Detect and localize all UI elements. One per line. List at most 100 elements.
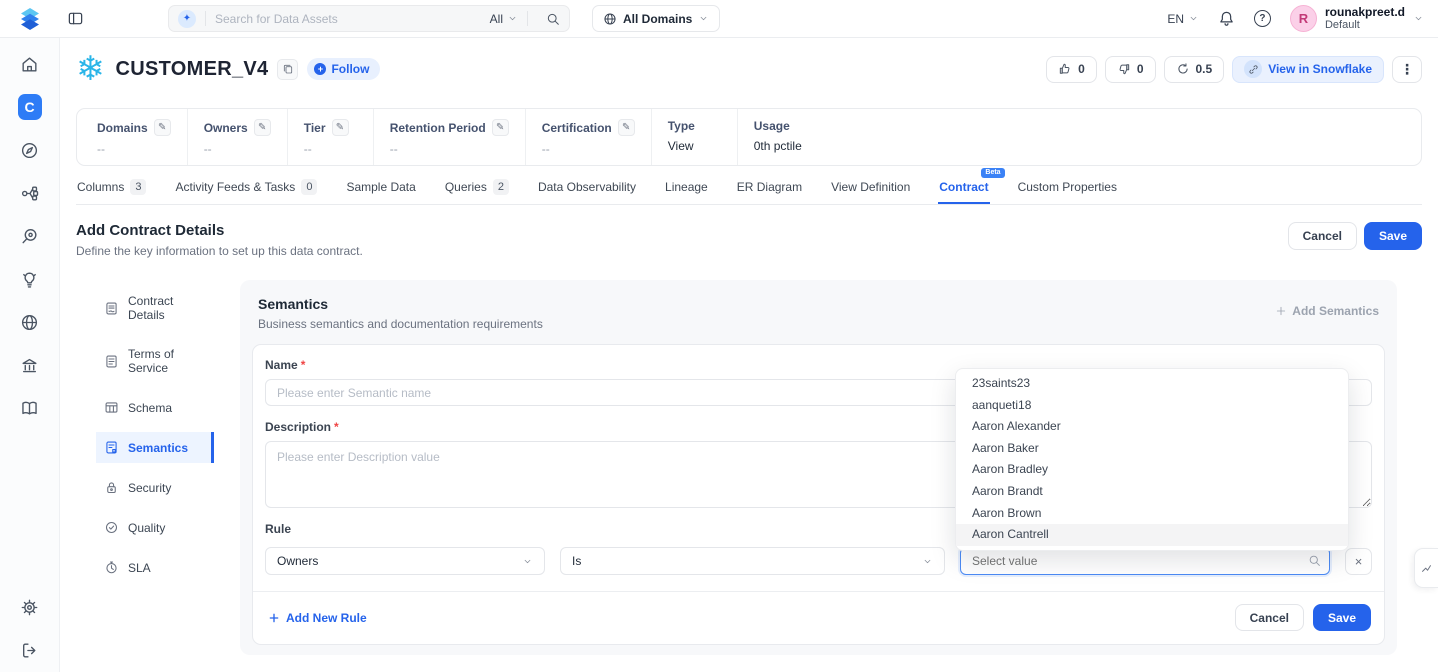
rail-domains-globe-icon[interactable] xyxy=(18,310,42,334)
rail-settings-gear-icon[interactable] xyxy=(18,595,42,619)
tab-columns[interactable]: Columns3 xyxy=(76,173,147,204)
semantics-save-button[interactable]: Save xyxy=(1313,604,1371,631)
tab-data-observability[interactable]: Data Observability xyxy=(537,173,637,204)
nav-item-schema[interactable]: Schema xyxy=(96,392,214,423)
atlan-logo-icon[interactable] xyxy=(16,5,44,33)
dropdown-option[interactable]: Aaron Brandt xyxy=(956,481,1348,503)
nav-item-label: Schema xyxy=(128,401,172,415)
all-domains-dropdown[interactable]: All Domains xyxy=(592,5,720,32)
follow-button[interactable]: + Follow xyxy=(307,58,380,80)
walkthrough-edge-handle[interactable] xyxy=(1414,548,1438,588)
rail-catalog-app-icon[interactable]: C xyxy=(18,95,42,119)
app-rail: C xyxy=(0,38,60,672)
quality-check-icon xyxy=(104,520,119,535)
view-in-snowflake-button[interactable]: View in Snowflake xyxy=(1232,56,1384,83)
rail-home-icon[interactable] xyxy=(18,52,42,76)
tab-label: Sample Data xyxy=(346,180,415,194)
edit-pencil-icon[interactable]: ✎ xyxy=(492,119,509,136)
add-new-rule-button[interactable]: Add New Rule xyxy=(268,611,367,625)
nav-item-semantics[interactable]: Semantics xyxy=(96,432,214,463)
tab-sample-data[interactable]: Sample Data xyxy=(345,173,416,204)
popularity-button[interactable]: 0.5 xyxy=(1164,56,1225,83)
global-search[interactable]: ✦ All xyxy=(168,5,570,32)
rail-glossary-book-icon[interactable] xyxy=(18,396,42,420)
tab-lineage[interactable]: Lineage xyxy=(664,173,709,204)
dropdown-option[interactable]: aanqueti18 xyxy=(956,395,1348,417)
tab-er-diagram[interactable]: ER Diagram xyxy=(736,173,803,204)
meta-field-certification: Certification✎ -- xyxy=(526,109,652,165)
chevron-down-icon xyxy=(698,13,709,24)
nav-item-terms-of-service[interactable]: Terms of Service xyxy=(96,339,214,383)
tab-view-definition[interactable]: View Definition xyxy=(830,173,911,204)
semantics-cancel-button[interactable]: Cancel xyxy=(1235,604,1304,631)
thumbs-down-icon xyxy=(1117,62,1131,76)
rail-discover-compass-icon[interactable] xyxy=(18,138,42,162)
rail-lineage-network-icon[interactable] xyxy=(18,181,42,205)
add-semantics-button[interactable]: Add Semantics xyxy=(1275,304,1379,318)
dropdown-option[interactable]: Aaron Baker xyxy=(956,438,1348,460)
rail-ideas-bulb-icon[interactable] xyxy=(18,267,42,291)
tab-custom-properties[interactable]: Custom Properties xyxy=(1017,173,1118,204)
upvote-button[interactable]: 0 xyxy=(1046,56,1097,83)
nav-item-contract-details[interactable]: Contract Details xyxy=(96,286,214,330)
search-scope-dropdown[interactable]: All xyxy=(490,12,518,26)
meta-field-value: -- xyxy=(204,142,271,156)
tab-queries[interactable]: Queries2 xyxy=(444,173,510,204)
tab-label: Columns xyxy=(77,180,124,194)
rule-value-input[interactable] xyxy=(960,547,1330,575)
more-actions-kebab-icon[interactable]: ⋮ xyxy=(1392,56,1422,83)
tab-activity-feeds-tasks[interactable]: Activity Feeds & Tasks0 xyxy=(174,173,318,204)
nav-item-sla[interactable]: SLA xyxy=(96,552,214,583)
add-new-rule-label: Add New Rule xyxy=(286,611,367,625)
tab-label: ER Diagram xyxy=(737,180,802,194)
tab-count-badge: 0 xyxy=(301,179,317,195)
rule-field-select[interactable]: Owners xyxy=(265,547,545,575)
meta-field-value: -- xyxy=(97,142,171,156)
copy-name-button[interactable] xyxy=(277,59,298,80)
nav-item-quality[interactable]: Quality xyxy=(96,512,214,543)
meta-field-label: Certification xyxy=(542,121,612,135)
nav-item-security[interactable]: Security xyxy=(96,472,214,503)
edit-pencil-icon[interactable]: ✎ xyxy=(618,119,635,136)
tab-label: Queries xyxy=(445,180,487,194)
meta-field-value: 0th pctile xyxy=(754,139,808,153)
tab-contract[interactable]: ContractBeta xyxy=(938,173,989,204)
asset-header: ❄ CUSTOMER_V4 + Follow 0 0 0.5 xyxy=(60,38,1438,100)
metadata-summary-card: Domains✎ -- Owners✎ -- Tier✎ -- Retentio… xyxy=(76,108,1422,166)
meta-field-domains: Domains✎ -- xyxy=(81,109,188,165)
main-content: ❄ CUSTOMER_V4 + Follow 0 0 0.5 xyxy=(60,38,1438,672)
dropdown-option[interactable]: Aaron Alexander xyxy=(956,416,1348,438)
dropdown-option-highlighted[interactable]: Aaron Cantrell xyxy=(956,524,1348,546)
rule-value-field xyxy=(960,547,1330,575)
rail-governance-bank-icon[interactable] xyxy=(18,353,42,377)
dropdown-option[interactable]: Aaron Brown xyxy=(956,503,1348,525)
dropdown-option[interactable]: Aaron Bradley xyxy=(956,459,1348,481)
edit-pencil-icon[interactable]: ✎ xyxy=(332,119,349,136)
rule-operator-select[interactable]: Is xyxy=(560,547,945,575)
lock-icon xyxy=(104,480,119,495)
popularity-score: 0.5 xyxy=(1196,62,1213,76)
language-dropdown[interactable]: EN xyxy=(1167,12,1199,26)
cancel-button[interactable]: Cancel xyxy=(1288,222,1357,250)
rail-logout-icon[interactable] xyxy=(18,638,42,662)
downvote-button[interactable]: 0 xyxy=(1105,56,1156,83)
nav-item-label: Terms of Service xyxy=(128,347,205,375)
dropdown-option[interactable]: 23saints23 xyxy=(956,373,1348,395)
meta-field-label: Usage xyxy=(754,119,790,133)
help-icon[interactable]: ? xyxy=(1254,10,1271,27)
save-button[interactable]: Save xyxy=(1364,222,1422,250)
search-input[interactable] xyxy=(215,12,490,26)
sidebar-toggle-icon[interactable] xyxy=(66,10,84,28)
edit-pencil-icon[interactable]: ✎ xyxy=(154,119,171,136)
nav-item-label: SLA xyxy=(128,561,151,575)
notifications-bell-icon[interactable] xyxy=(1218,10,1235,27)
remove-rule-button[interactable]: × xyxy=(1345,548,1372,575)
globe-icon xyxy=(603,12,617,26)
edit-pencil-icon[interactable]: ✎ xyxy=(254,119,271,136)
snowflake-logo-icon: ❄ xyxy=(76,51,105,87)
rail-insights-search-icon[interactable] xyxy=(18,224,42,248)
search-icon[interactable] xyxy=(546,12,560,26)
follow-label: Follow xyxy=(331,62,369,76)
user-menu[interactable]: R rounakpreet.d Default xyxy=(1290,5,1424,32)
add-semantics-label: Add Semantics xyxy=(1292,304,1379,318)
